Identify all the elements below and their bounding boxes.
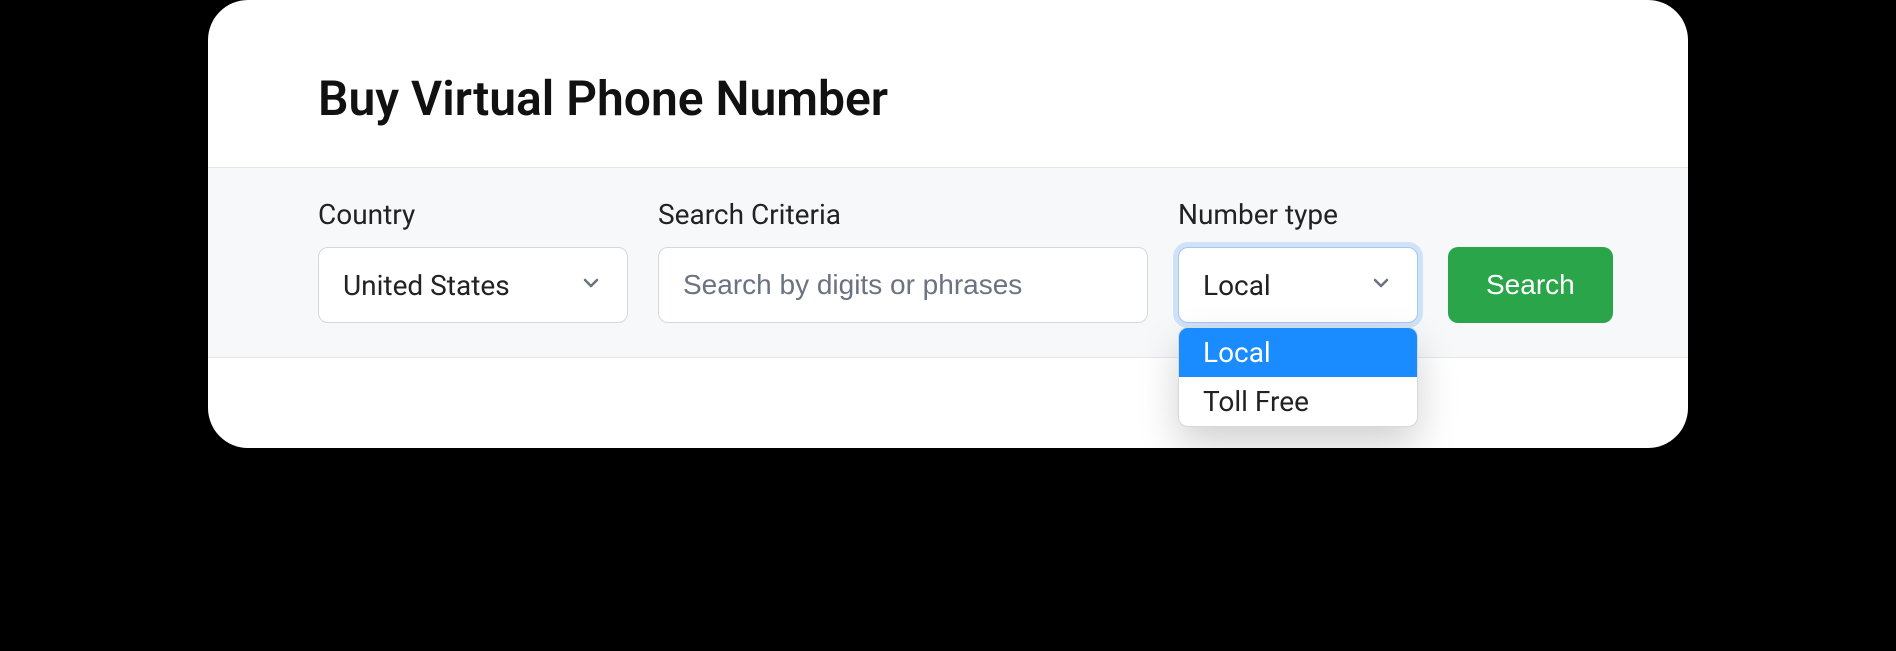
number-type-option-tollfree[interactable]: Toll Free [1179, 377, 1417, 426]
chevron-down-icon [1369, 269, 1393, 302]
search-criteria-input-wrapper [658, 247, 1148, 323]
country-label: Country [318, 198, 628, 231]
number-type-select-value: Local [1203, 269, 1271, 302]
chevron-down-icon [579, 269, 603, 302]
page-card: Buy Virtual Phone Number Country United … [208, 0, 1688, 448]
country-select-value: United States [343, 269, 510, 302]
search-criteria-label: Search Criteria [658, 198, 1148, 231]
page-title: Buy Virtual Phone Number [318, 70, 1578, 127]
search-criteria-field-group: Search Criteria [658, 198, 1148, 323]
number-type-select[interactable]: Local [1178, 247, 1418, 323]
country-select[interactable]: United States [318, 247, 628, 323]
number-type-label: Number type [1178, 198, 1418, 231]
number-type-dropdown: Local Toll Free [1178, 327, 1418, 427]
filter-bar: Country United States Search Criteria Nu… [208, 167, 1688, 358]
number-type-option-local[interactable]: Local [1179, 328, 1417, 377]
search-criteria-input[interactable] [683, 269, 1123, 301]
number-type-field-group: Number type Local Local Toll Free [1178, 198, 1418, 323]
country-field-group: Country United States [318, 198, 628, 323]
number-type-select-wrapper: Local Local Toll Free [1178, 247, 1418, 323]
search-button[interactable]: Search [1448, 247, 1613, 323]
